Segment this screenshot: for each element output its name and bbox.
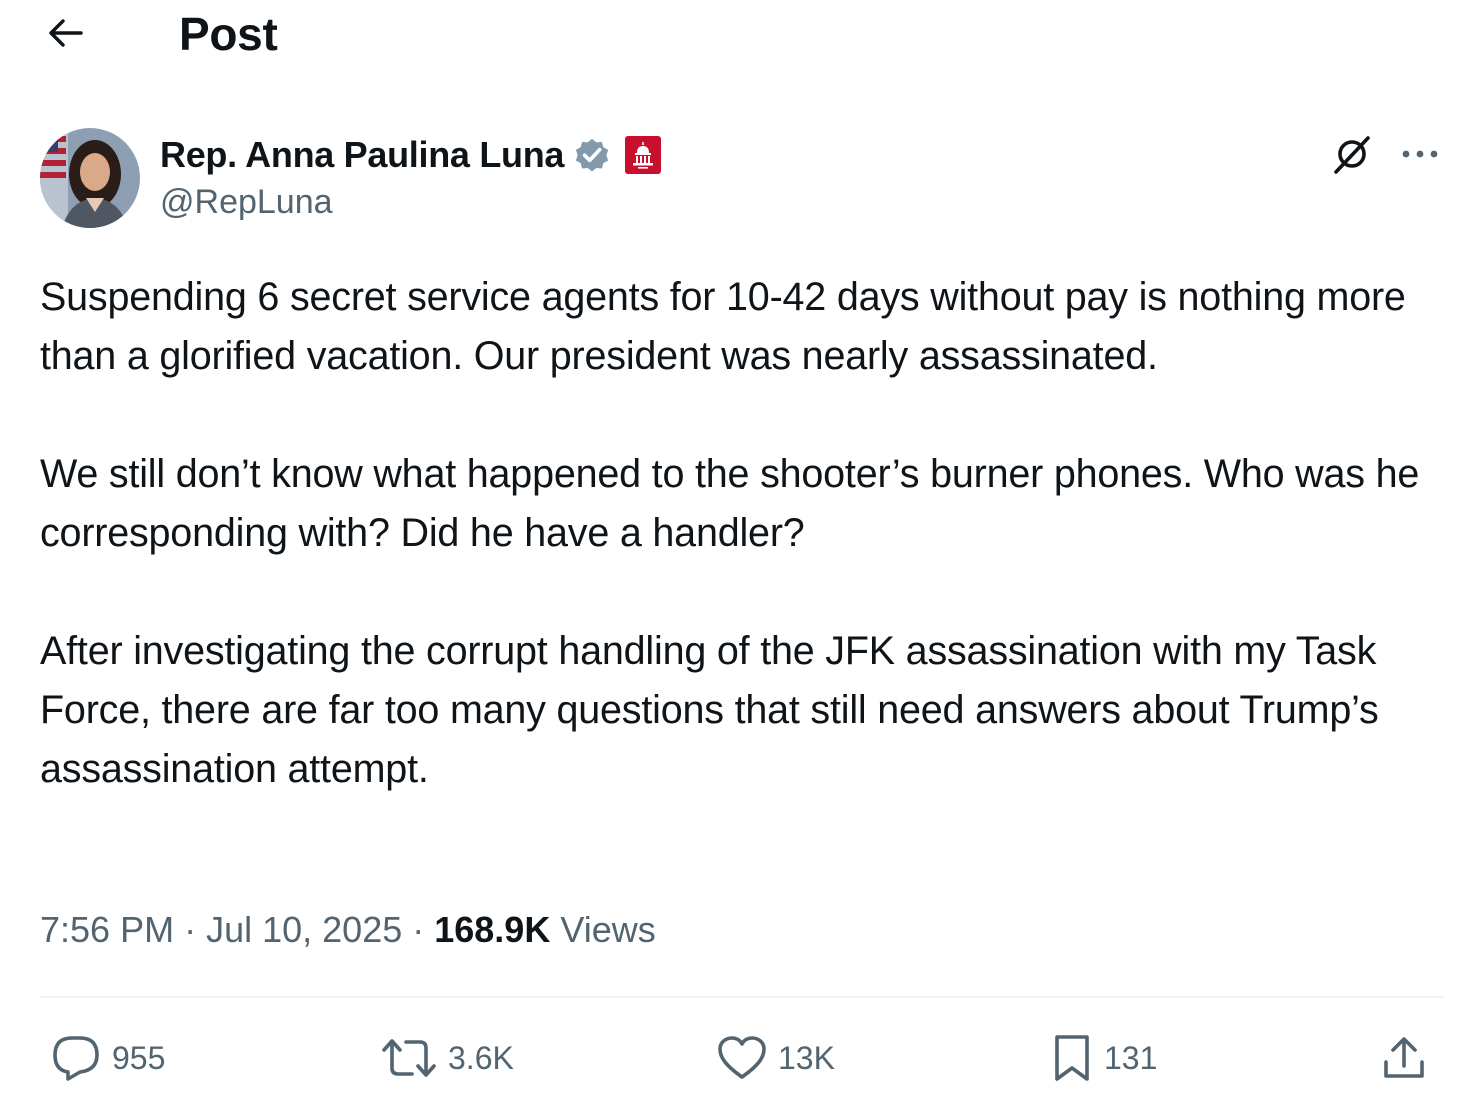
tweet-metadata: 7:56 PM · Jul 10, 2025 · 168.9K Views — [40, 906, 656, 954]
tweet-date[interactable]: Jul 10, 2025 — [206, 909, 402, 950]
like-button[interactable]: 13K — [716, 1022, 835, 1094]
reply-bubble-icon — [50, 1034, 102, 1082]
bookmark-button[interactable]: 131 — [1050, 1022, 1157, 1094]
back-button[interactable] — [40, 12, 90, 58]
arrow-left-icon — [45, 15, 85, 56]
tweet-paragraph: We still don’t know what happened to the… — [40, 452, 1420, 555]
top-bar: Post — [0, 0, 1464, 70]
tweet-paragraph: After investigating the corrupt handling… — [40, 629, 1379, 791]
grok-button[interactable] — [1328, 132, 1376, 180]
bookmark-count: 131 — [1104, 1040, 1158, 1076]
display-name[interactable]: Rep. Anna Paulina Luna — [160, 132, 564, 178]
bookmark-icon — [1050, 1033, 1094, 1083]
engagement-bar: 955 3.6K 13K 131 — [40, 1022, 1444, 1094]
repost-icon — [380, 1036, 438, 1080]
grok-icon — [1330, 132, 1374, 181]
us-capitol-badge-icon[interactable] — [624, 135, 662, 175]
like-count: 13K — [778, 1040, 835, 1076]
meta-separator: · — [174, 909, 207, 950]
share-icon — [1380, 1034, 1428, 1082]
more-dots-icon — [1400, 147, 1440, 165]
page-title: Post — [179, 8, 278, 60]
avatar[interactable] — [40, 128, 140, 228]
views-count[interactable]: 168.9K — [434, 909, 550, 950]
divider — [40, 996, 1444, 998]
author-handle[interactable]: @RepLuna — [160, 180, 333, 224]
share-button[interactable] — [1380, 1022, 1428, 1094]
reply-count: 955 — [112, 1040, 166, 1076]
repost-count: 3.6K — [448, 1040, 514, 1076]
tweet-text: Suspending 6 secret service agents for 1… — [40, 268, 1440, 799]
reply-button[interactable]: 955 — [50, 1022, 165, 1094]
tweet-paragraph: Suspending 6 secret service agents for 1… — [40, 275, 1406, 378]
tweet-time[interactable]: 7:56 PM — [40, 909, 174, 950]
meta-separator: · — [402, 909, 435, 950]
verified-badge-icon[interactable] — [572, 135, 612, 175]
author-row: Rep. Anna Paulina Luna @RepLuna — [40, 128, 1440, 228]
more-options-button[interactable] — [1396, 132, 1444, 180]
heart-icon — [716, 1035, 768, 1081]
name-row: Rep. Anna Paulina Luna — [160, 132, 662, 178]
views-label: Views — [550, 909, 656, 950]
repost-button[interactable]: 3.6K — [380, 1022, 514, 1094]
